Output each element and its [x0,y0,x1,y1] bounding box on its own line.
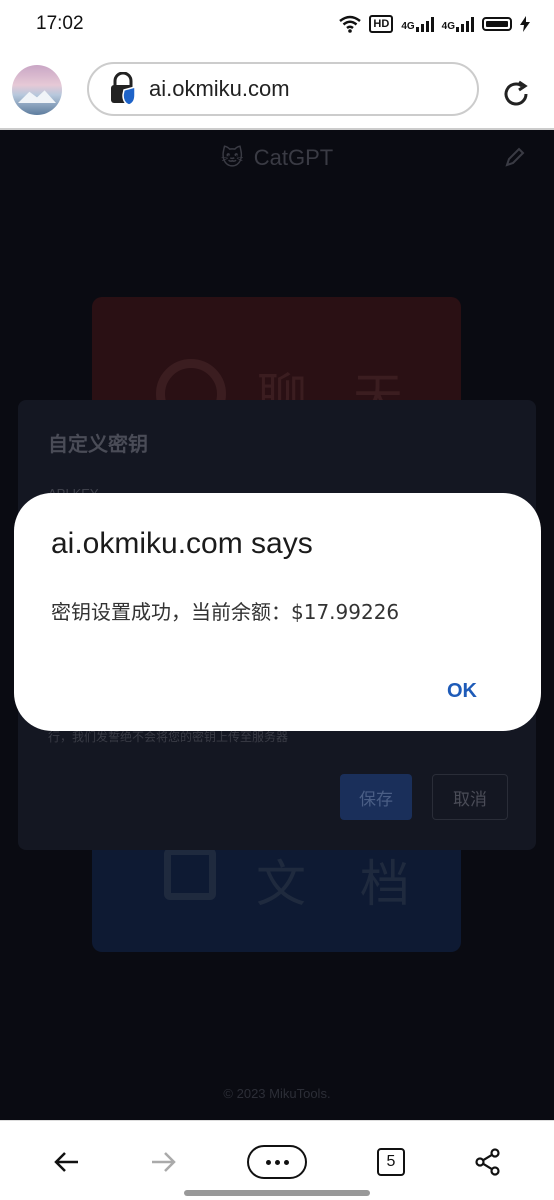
signal-icon: 4G [401,16,434,32]
home-indicator[interactable] [184,1190,370,1196]
browser-toolbar: ai.okmiku.com [0,48,554,130]
battery-icon [482,17,512,31]
back-button[interactable] [52,1145,82,1179]
net-label-1: 4G [401,21,415,32]
signal-icon-2: 4G [442,16,474,32]
url-text[interactable]: ai.okmiku.com [149,76,290,102]
tabs-button[interactable]: 5 [376,1145,406,1179]
address-field[interactable]: ai.okmiku.com [87,62,479,116]
site-footer: © 2023 MikuTools. [223,1086,331,1101]
save-button[interactable]: 保存 [340,774,412,820]
share-icon[interactable] [474,1148,502,1176]
status-time: 17:02 [36,13,84,34]
document-icon [164,848,216,900]
status-icons: HD 4G 4G [339,15,530,33]
chat-card[interactable]: 聊 天 [92,297,461,429]
cancel-button[interactable]: 取消 [432,774,508,820]
reload-icon[interactable] [500,78,532,110]
ok-button[interactable]: OK [447,680,477,703]
cat-icon: 🐱 [220,145,244,170]
more-icon[interactable] [247,1145,307,1179]
browser-bottom-bar: 5 [0,1120,554,1200]
site-title: CatGPT [253,145,334,170]
alert-dialog: ai.okmiku.com says 密钥设置成功，当前余额：$17.99226… [14,493,541,731]
forward-button[interactable] [148,1145,178,1179]
alert-title: ai.okmiku.com says [51,527,313,560]
forward-icon[interactable] [150,1151,176,1173]
charging-icon [520,16,530,32]
edit-icon[interactable] [504,146,526,168]
net-label-2: 4G [441,21,455,32]
wifi-icon [339,15,362,33]
avatar[interactable] [12,65,62,115]
key-dialog-title: 自定义密钥 [48,434,148,456]
back-icon[interactable] [54,1151,80,1173]
lock-icon[interactable] [109,71,137,106]
status-bar: 17:02 HD 4G 4G [0,0,554,48]
hd-badge: HD [369,15,394,33]
site-header: 🐱 CatGPT [0,130,554,186]
alert-message: 密钥设置成功，当前余额：$17.99226 [51,600,400,624]
doc-card-label: 文 档 [256,856,430,912]
share-button[interactable] [473,1145,503,1179]
tabs-icon[interactable]: 5 [377,1148,405,1176]
more-button[interactable] [246,1145,308,1179]
